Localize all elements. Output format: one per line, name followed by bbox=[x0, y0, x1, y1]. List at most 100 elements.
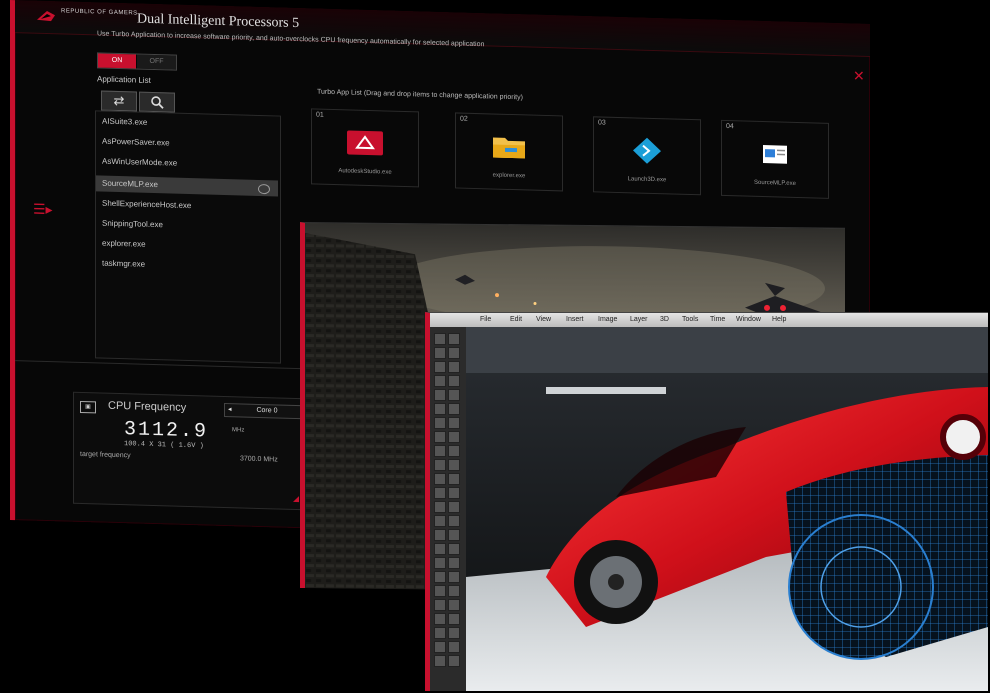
tool-icon[interactable] bbox=[434, 529, 446, 541]
tool-icon[interactable] bbox=[434, 585, 446, 597]
selected-indicator-icon bbox=[258, 183, 270, 195]
tool-palette bbox=[430, 327, 467, 691]
tool-icon[interactable] bbox=[434, 557, 446, 569]
list-item[interactable]: SnippingTool.exe bbox=[102, 216, 278, 237]
menu-edit[interactable]: Edit bbox=[510, 316, 522, 323]
list-item[interactable]: AISuite3.exe bbox=[102, 114, 278, 135]
tool-icon[interactable] bbox=[448, 627, 460, 639]
tool-icon[interactable] bbox=[448, 655, 460, 667]
core-selector[interactable]: ◂ Core 0 ▸ bbox=[224, 402, 310, 420]
tool-icon[interactable] bbox=[448, 389, 460, 401]
tool-icon[interactable] bbox=[448, 459, 460, 471]
sports-car-render bbox=[466, 327, 988, 691]
tool-icon[interactable] bbox=[448, 375, 460, 387]
slot-number: 01 bbox=[316, 111, 324, 119]
menu-image[interactable]: Image bbox=[598, 316, 617, 323]
tool-icon[interactable] bbox=[448, 487, 460, 499]
menu-time[interactable]: Time bbox=[710, 316, 725, 323]
menu-tools[interactable]: Tools bbox=[682, 316, 698, 323]
tool-icon[interactable] bbox=[434, 501, 446, 513]
chevron-left-icon[interactable]: ◂ bbox=[228, 404, 232, 416]
tool-icon[interactable] bbox=[434, 627, 446, 639]
list-item[interactable]: taskmgr.exe bbox=[102, 256, 278, 277]
menu-3d[interactable]: 3D bbox=[660, 316, 669, 323]
tool-icon[interactable] bbox=[448, 613, 460, 625]
turbo-app-slot-4[interactable]: 04 SourceMLP.exe bbox=[721, 119, 829, 199]
menu-layer[interactable]: Layer bbox=[630, 316, 648, 323]
window-app-icon bbox=[763, 145, 787, 164]
menu-insert[interactable]: Insert bbox=[566, 316, 584, 323]
turbo-app-slot-2[interactable]: 02 explorer.exe bbox=[455, 112, 563, 192]
panel-corner-accent bbox=[293, 495, 299, 503]
cpu-ratio: 100.4 X 31 ( 1.6V ) bbox=[124, 440, 204, 451]
turbo-app-slot-1[interactable]: 01 AutodeskStudio.exe bbox=[311, 108, 419, 188]
diamond-app-icon bbox=[633, 137, 661, 164]
tool-icon[interactable] bbox=[448, 403, 460, 415]
tool-icon[interactable] bbox=[434, 375, 446, 387]
tool-icon[interactable] bbox=[448, 585, 460, 597]
tool-icon[interactable] bbox=[448, 599, 460, 611]
tool-icon[interactable] bbox=[434, 431, 446, 443]
tool-icon[interactable] bbox=[434, 515, 446, 527]
tool-icon[interactable] bbox=[448, 501, 460, 513]
list-item-label: SourceMLP.exe bbox=[102, 178, 158, 190]
tool-icon[interactable] bbox=[434, 473, 446, 485]
3d-design-window: File Edit View Insert Image Layer 3D Too… bbox=[425, 312, 988, 691]
tool-icon[interactable] bbox=[434, 445, 446, 457]
tool-icon[interactable] bbox=[448, 543, 460, 555]
tool-icon[interactable] bbox=[434, 599, 446, 611]
slot-app-name: explorer.exe bbox=[492, 172, 526, 180]
slot-app-name: AutodeskStudio.exe bbox=[338, 168, 392, 176]
tool-icon[interactable] bbox=[434, 389, 446, 401]
tool-icon[interactable] bbox=[434, 571, 446, 583]
app-title: Dual Intelligent Processors 5 bbox=[137, 11, 300, 32]
turbo-app-list-label: Turbo App List (Drag and drop items to c… bbox=[317, 88, 523, 102]
tool-icon[interactable] bbox=[434, 613, 446, 625]
tool-icon[interactable] bbox=[434, 333, 446, 345]
turbo-app-slot-3[interactable]: 03 Launch3D.exe bbox=[593, 116, 701, 196]
menu-window[interactable]: Window bbox=[736, 316, 761, 323]
menu-icon[interactable]: ☰▸ bbox=[33, 201, 53, 219]
tool-icon[interactable] bbox=[448, 571, 460, 583]
list-item[interactable]: AsPowerSaver.exe bbox=[102, 134, 278, 155]
3d-viewport[interactable] bbox=[466, 327, 988, 691]
tool-icon[interactable] bbox=[448, 347, 460, 359]
tool-icon[interactable] bbox=[434, 347, 446, 359]
tool-icon[interactable] bbox=[448, 515, 460, 527]
tool-icon[interactable] bbox=[448, 361, 460, 373]
tool-icon[interactable] bbox=[448, 333, 460, 345]
list-item[interactable]: ShellExperienceHost.exe bbox=[102, 196, 278, 217]
on-off-toggle[interactable]: ON OFF bbox=[97, 52, 177, 71]
application-list[interactable]: AISuite3.exe AsPowerSaver.exe AsWinUserM… bbox=[95, 110, 281, 364]
tool-icon[interactable] bbox=[448, 529, 460, 541]
close-icon[interactable]: ✕ bbox=[853, 68, 865, 85]
tool-icon[interactable] bbox=[434, 641, 446, 653]
tool-icon[interactable] bbox=[448, 445, 460, 457]
menu-file[interactable]: File bbox=[480, 316, 491, 323]
tool-icon[interactable] bbox=[434, 487, 446, 499]
tool-icon[interactable] bbox=[434, 655, 446, 667]
tool-icon[interactable] bbox=[434, 403, 446, 415]
cpu-icon: ▣ bbox=[80, 400, 96, 414]
refresh-button[interactable]: ⇄ bbox=[101, 90, 137, 112]
toggle-off[interactable]: OFF bbox=[137, 54, 176, 70]
toggle-on[interactable]: ON bbox=[98, 53, 136, 69]
tool-icon[interactable] bbox=[448, 417, 460, 429]
core-value: Core 0 bbox=[256, 406, 278, 415]
tool-icon[interactable] bbox=[448, 641, 460, 653]
tool-icon[interactable] bbox=[448, 431, 460, 443]
tool-icon[interactable] bbox=[448, 473, 460, 485]
tool-icon[interactable] bbox=[448, 557, 460, 569]
menu-help[interactable]: Help bbox=[772, 316, 786, 323]
menu-view[interactable]: View bbox=[536, 316, 551, 323]
list-item[interactable]: AsWinUserMode.exe bbox=[102, 154, 278, 175]
tool-icon[interactable] bbox=[434, 417, 446, 429]
list-item[interactable]: explorer.exe bbox=[102, 236, 278, 257]
tool-icon[interactable] bbox=[434, 459, 446, 471]
tool-icon[interactable] bbox=[434, 361, 446, 373]
cpu-frequency-unit: MHz bbox=[232, 427, 245, 434]
search-button[interactable] bbox=[139, 91, 175, 113]
list-item-selected[interactable]: SourceMLP.exe bbox=[96, 175, 278, 197]
refresh-icon: ⇄ bbox=[113, 92, 125, 109]
tool-icon[interactable] bbox=[434, 543, 446, 555]
